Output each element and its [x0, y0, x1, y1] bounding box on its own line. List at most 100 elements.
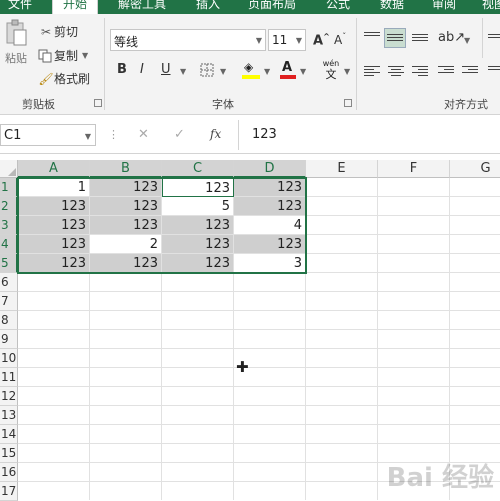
cell-c3[interactable]: 123	[162, 216, 234, 235]
tab-page-layout[interactable]: 页面布局	[248, 0, 296, 14]
name-box[interactable]: C1 ▼	[0, 124, 96, 146]
align-right-icon[interactable]	[412, 64, 428, 78]
cell-b3[interactable]: 123	[90, 216, 162, 235]
select-all-corner[interactable]	[0, 160, 18, 178]
worksheet-grid[interactable]: A B C D E F G 1 2 3 4 5 6 7 8 9 10 11 12…	[0, 160, 500, 501]
cell-d3[interactable]: 4	[234, 216, 306, 235]
row-header[interactable]: 3	[0, 216, 18, 235]
column-header-b[interactable]: B	[90, 160, 162, 178]
decrease-indent-icon[interactable]	[438, 64, 454, 78]
row-header[interactable]: 7	[0, 292, 18, 311]
align-middle-button[interactable]	[384, 28, 406, 48]
tab-file[interactable]: 文件	[8, 0, 32, 14]
phonetic-guide-icon[interactable]: wén 文	[320, 59, 342, 85]
wrap-text-icon[interactable]	[488, 32, 500, 46]
cell-c1[interactable]: 123	[162, 178, 234, 197]
bold-button[interactable]: B	[117, 62, 127, 77]
row-header[interactable]: 6	[0, 273, 18, 292]
cell-a4[interactable]: 123	[18, 235, 90, 254]
tab-review[interactable]: 审阅	[432, 0, 456, 14]
row-header[interactable]: 1	[0, 178, 18, 197]
underline-dropdown-icon[interactable]: ▼	[180, 67, 186, 76]
row-header[interactable]: 16	[0, 463, 18, 482]
row-header[interactable]: 2	[0, 197, 18, 216]
row-header[interactable]: 12	[0, 387, 18, 406]
font-color-dropdown-icon[interactable]: ▼	[300, 67, 306, 76]
paste-button[interactable]: 粘贴	[2, 18, 30, 76]
border-icon[interactable]	[200, 63, 214, 77]
font-name-select[interactable]: 等线 ▼	[110, 29, 266, 51]
merge-center-icon[interactable]	[488, 64, 500, 78]
orientation-dropdown-icon[interactable]: ▼	[464, 36, 470, 45]
column-header-d[interactable]: D	[234, 160, 306, 178]
align-bottom-icon[interactable]	[412, 32, 428, 46]
cell-a2[interactable]: 123	[18, 197, 90, 216]
column-header-a[interactable]: A	[18, 160, 90, 178]
copy-label: 复制	[54, 49, 79, 63]
align-center-icon[interactable]	[388, 64, 404, 78]
row-header[interactable]: 5	[0, 254, 18, 273]
cell-a1[interactable]: 1	[18, 178, 90, 197]
row-header[interactable]: 13	[0, 406, 18, 425]
cell-b1[interactable]: 123	[90, 178, 162, 197]
orientation-icon[interactable]: ab↗	[438, 30, 465, 45]
tab-formulas[interactable]: 公式	[326, 0, 350, 14]
column-header-c[interactable]: C	[162, 160, 234, 178]
cell-a5[interactable]: 123	[18, 254, 90, 273]
cell-b2[interactable]: 123	[90, 197, 162, 216]
copy-button[interactable]: 复制 ▼	[38, 47, 88, 64]
cell-c4[interactable]: 123	[162, 235, 234, 254]
cell-b4[interactable]: 2	[90, 235, 162, 254]
watermark-logo: Bai 经验	[386, 463, 494, 493]
row-header[interactable]: 8	[0, 311, 18, 330]
row-header[interactable]: 10	[0, 349, 18, 368]
tab-insert[interactable]: 插入	[196, 0, 220, 14]
column-header-e[interactable]: E	[306, 160, 378, 178]
cell-b5[interactable]: 123	[90, 254, 162, 273]
increase-indent-icon[interactable]	[462, 64, 478, 78]
cell-c5[interactable]: 123	[162, 254, 234, 273]
cell-d1[interactable]: 123	[234, 178, 306, 197]
increase-font-size-icon[interactable]: A^	[313, 32, 330, 48]
cell-a3[interactable]: 123	[18, 216, 90, 235]
phonetic-dropdown-icon[interactable]: ▼	[344, 67, 350, 76]
decrease-font-size-icon[interactable]: Aˇ	[334, 32, 346, 47]
divider	[482, 18, 483, 58]
confirm-icon[interactable]: ✓	[174, 127, 185, 142]
row-header[interactable]: 9	[0, 330, 18, 349]
font-launcher-icon[interactable]	[344, 99, 352, 107]
column-header-f[interactable]: F	[378, 160, 450, 178]
row-header[interactable]: 17	[0, 482, 18, 501]
cancel-icon[interactable]: ✕	[138, 127, 149, 142]
cell-c2[interactable]: 5	[162, 197, 234, 216]
paintbrush-icon: 🖌	[38, 71, 54, 86]
column-header-g[interactable]: G	[450, 160, 500, 178]
format-painter-button[interactable]: 🖌 格式刷	[38, 70, 90, 87]
align-left-icon[interactable]	[364, 64, 380, 78]
clipboard-launcher-icon[interactable]	[94, 99, 102, 107]
tab-decrypt-tools[interactable]: 解密工具	[118, 0, 166, 14]
tab-data[interactable]: 数据	[380, 0, 404, 14]
align-top-icon[interactable]	[364, 30, 380, 44]
font-color-icon[interactable]: A	[280, 60, 296, 80]
fill-color-dropdown-icon[interactable]: ▼	[264, 67, 270, 76]
italic-button[interactable]: I	[140, 62, 144, 77]
row-header[interactable]: 4	[0, 235, 18, 254]
cell-d4[interactable]: 123	[234, 235, 306, 254]
cell-d5[interactable]: 3	[234, 254, 306, 273]
cut-button[interactable]: ✂ 剪切	[38, 23, 78, 40]
fill-color-icon[interactable]: ◈	[242, 60, 260, 80]
underline-button[interactable]: U	[161, 62, 171, 77]
row-header[interactable]: 14	[0, 425, 18, 444]
tab-view[interactable]: 视图	[482, 0, 500, 14]
paste-icon	[6, 19, 27, 46]
formula-input[interactable]: 123	[252, 127, 277, 142]
border-dropdown-icon[interactable]: ▼	[220, 67, 226, 76]
insert-function-icon[interactable]: fx	[210, 127, 221, 141]
cell-d2[interactable]: 123	[234, 197, 306, 216]
tab-home[interactable]: 开始	[52, 0, 99, 14]
row-header[interactable]: 11	[0, 368, 18, 387]
row-header[interactable]: 15	[0, 444, 18, 463]
font-size-select[interactable]: 11 ▼	[268, 29, 306, 51]
copy-dropdown-icon[interactable]: ▼	[82, 51, 88, 60]
